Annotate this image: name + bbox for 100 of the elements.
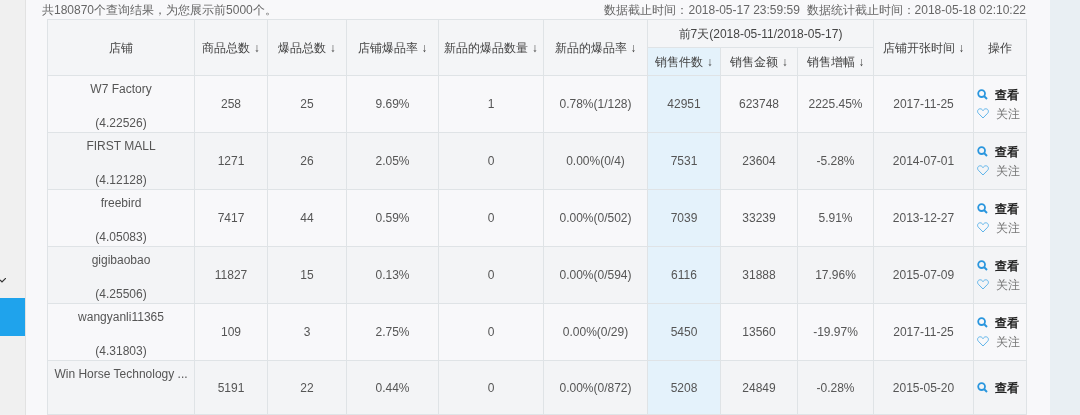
table-cell: 2017-11-25 [873, 303, 974, 361]
table-cell: 2017-11-25 [873, 75, 974, 133]
column-header[interactable]: 店铺 [47, 19, 195, 76]
search-icon [977, 146, 988, 157]
column-group-header: 前7天(2018-05-11/2018-05-17) [647, 19, 874, 48]
table-cell: 42951 [647, 75, 721, 133]
table-cell: 17.96% [797, 246, 874, 304]
table-cell: 44 [267, 189, 347, 247]
search-icon [977, 317, 988, 328]
shop-name[interactable]: W7 Factory [48, 80, 194, 98]
column-header[interactable]: 新品的爆品率 ↓ [543, 19, 648, 76]
table-cell: 5208 [647, 360, 721, 415]
table-cell: 0 [438, 303, 544, 361]
search-icon [977, 89, 988, 100]
table-cell: 2225.45% [797, 75, 874, 133]
table-cell: 6116 [647, 246, 721, 304]
table-cell: 0.00%(0/29) [543, 303, 648, 361]
shop-name[interactable]: wangyanli11365 [48, 308, 194, 326]
follow-link[interactable]: 关注 [996, 104, 1020, 123]
table-cell: 0 [438, 189, 544, 247]
shop-score: (4.22526) [94, 115, 148, 132]
table-cell: 2015-05-20 [873, 360, 974, 415]
table-cell: 623748 [720, 75, 798, 133]
table-cell: 0.13% [346, 246, 439, 304]
table-cell: 5191 [194, 360, 268, 415]
shop-name[interactable]: freebird [48, 194, 194, 212]
table-cell: 13560 [720, 303, 798, 361]
follow-link[interactable]: 关注 [996, 218, 1020, 237]
column-header[interactable]: 店铺开张时间 ↓ [873, 19, 974, 76]
heart-icon [977, 165, 989, 176]
table-cell: 5450 [647, 303, 721, 361]
table-cell: 1 [438, 75, 544, 133]
table-cell: 258 [194, 75, 268, 133]
table-cell: 22 [267, 360, 347, 415]
search-icon [977, 382, 988, 393]
follow-link[interactable]: 关注 [996, 275, 1020, 294]
table-cell: 7417 [194, 189, 268, 247]
table-cell: 0.00%(0/872) [543, 360, 648, 415]
heart-icon [977, 336, 989, 347]
shop-score: (4.31803) [94, 343, 148, 360]
column-header[interactable]: 销售件数 ↓ [647, 47, 721, 76]
data-time: 数据截止时间：2018-05-17 23:59:59 数据统计截止时间：2018-05-18 02:10:22 [604, 2, 1026, 19]
table-cell: 26 [267, 132, 347, 190]
table-cell: 2014-07-01 [873, 132, 974, 190]
heart-icon [977, 222, 989, 233]
table-cell: 25 [267, 75, 347, 133]
table-cell: 11827 [194, 246, 268, 304]
follow-link[interactable]: 关注 [996, 332, 1020, 351]
table-cell: 0.00%(0/4) [543, 132, 648, 190]
table-cell: -19.97% [797, 303, 874, 361]
shop-score: (4.12128) [94, 172, 148, 189]
table-cell: 7531 [647, 132, 721, 190]
column-header[interactable]: 店铺爆品率 ↓ [346, 19, 439, 76]
view-link[interactable]: 查看 [995, 256, 1019, 275]
view-link[interactable]: 查看 [995, 378, 1019, 397]
result-summary: 共180870个查询结果，为您展示前5000个。 [42, 2, 277, 19]
table-cell: 0.78%(1/128) [543, 75, 648, 133]
shop-name[interactable]: gigibaobao [48, 251, 194, 269]
view-link[interactable]: 查看 [995, 199, 1019, 218]
table-cell: 0.00%(0/502) [543, 189, 648, 247]
heart-icon [977, 279, 989, 290]
table-cell: 3 [267, 303, 347, 361]
column-header[interactable]: 爆品总数 ↓ [267, 19, 347, 76]
table-cell: 1271 [194, 132, 268, 190]
table-cell: 5.91% [797, 189, 874, 247]
shop-name[interactable]: FIRST MALL [48, 137, 194, 155]
table-cell: 0 [438, 360, 544, 415]
table-cell: 2.75% [346, 303, 439, 361]
column-header[interactable]: 商品总数 ↓ [194, 19, 268, 76]
search-icon [977, 260, 988, 271]
heart-icon [977, 108, 989, 119]
table-cell: 31888 [720, 246, 798, 304]
table-cell: 2015-07-09 [873, 246, 974, 304]
table-cell: 0.00%(0/594) [543, 246, 648, 304]
table-cell: 15 [267, 246, 347, 304]
shop-score: (4.05083) [94, 229, 148, 246]
table-cell: 2.05% [346, 132, 439, 190]
table-cell: -0.28% [797, 360, 874, 415]
shop-score: (4.25506) [94, 286, 148, 303]
view-link[interactable]: 查看 [995, 142, 1019, 161]
table-cell: 9.69% [346, 75, 439, 133]
table-cell: 24849 [720, 360, 798, 415]
table-cell: 0 [438, 132, 544, 190]
column-header[interactable]: 操作 [973, 19, 1027, 76]
table-cell: 23604 [720, 132, 798, 190]
table-cell: 0.44% [346, 360, 439, 415]
table-cell: 2013-12-27 [873, 189, 974, 247]
search-icon [977, 203, 988, 214]
table-cell: 7039 [647, 189, 721, 247]
table-cell: 109 [194, 303, 268, 361]
column-header[interactable]: 新品的爆品数量 ↓ [438, 19, 544, 76]
table-cell: 0 [438, 246, 544, 304]
view-link[interactable]: 查看 [995, 85, 1019, 104]
column-header[interactable]: 销售增幅 ↓ [797, 47, 874, 76]
table-cell: 0.59% [346, 189, 439, 247]
follow-link[interactable]: 关注 [996, 161, 1020, 180]
table-cell: 33239 [720, 189, 798, 247]
view-link[interactable]: 查看 [995, 313, 1019, 332]
table-cell: -5.28% [797, 132, 874, 190]
column-header[interactable]: 销售金额 ↓ [720, 47, 798, 76]
